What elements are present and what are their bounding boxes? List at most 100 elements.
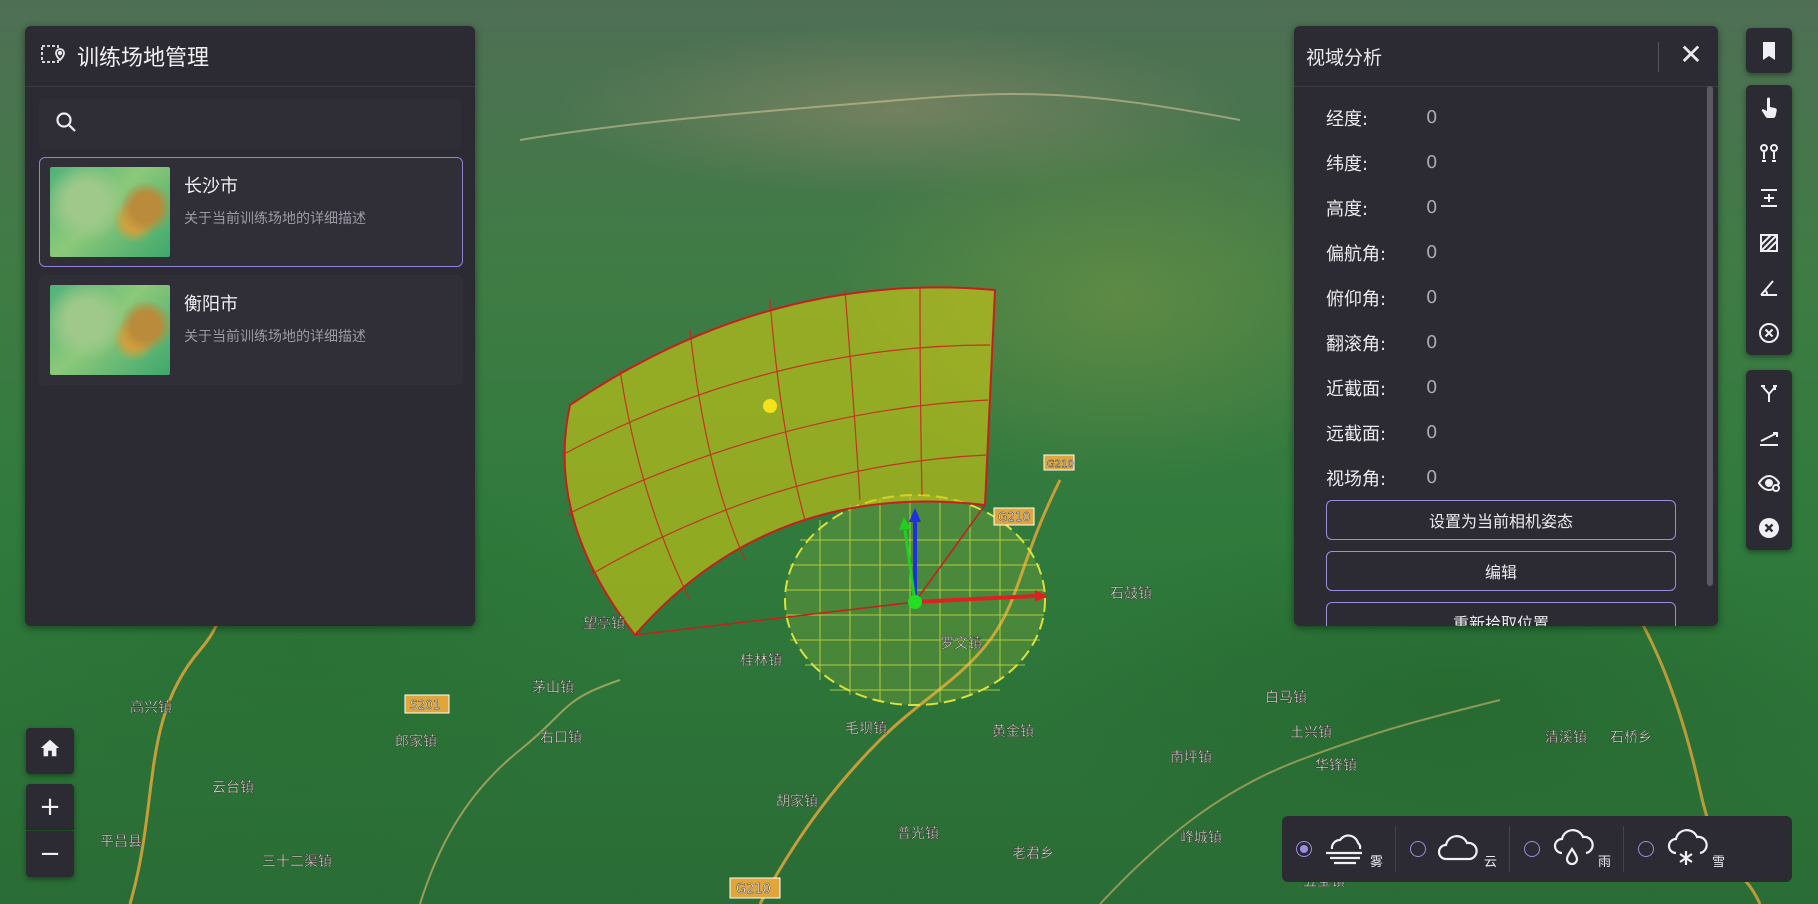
map-label: 老君乡: [1012, 846, 1054, 862]
repick-position-button[interactable]: 重新拾取位置: [1326, 602, 1676, 626]
area-icon[interactable]: [1746, 220, 1792, 265]
weather-label: 雪: [1712, 855, 1726, 870]
road-line: [419, 679, 621, 904]
angle-icon[interactable]: [1746, 265, 1792, 310]
param-value: 0: [1426, 332, 1438, 353]
map-label: 郎家镇: [395, 733, 437, 750]
param-latitude: 纬度: 0: [1294, 140, 1718, 185]
weather-option-snow[interactable]: 雪: [1624, 826, 1737, 872]
clear-icon[interactable]: [1746, 505, 1792, 550]
param-pitch: 俯仰角: 0: [1294, 275, 1718, 320]
param-label: 经度:: [1326, 108, 1369, 130]
viewshed-analysis-panel: 视域分析 ✕ 经度: 0 纬度: 0 高度: 0 偏航角: 0 俯仰角: 0 翻滚角: 0 …: [1294, 26, 1718, 626]
search-bar[interactable]: [39, 99, 461, 149]
panel-header: 视域分析 ✕: [1294, 26, 1718, 87]
close-icon[interactable]: ✕: [1674, 38, 1708, 72]
map-label: G210: [998, 510, 1030, 524]
site-location-icon: [39, 41, 65, 71]
param-label: 偏航角:: [1326, 243, 1387, 265]
param-label: 翻滚角:: [1326, 333, 1387, 355]
param-label: 纬度:: [1326, 153, 1369, 175]
map-label: 黄金镇: [992, 723, 1034, 740]
param-label: 近截面:: [1326, 378, 1387, 400]
edit-button[interactable]: 编辑: [1326, 551, 1676, 591]
radio-button[interactable]: [1410, 841, 1427, 857]
map-label: 高兴镇: [130, 699, 172, 716]
param-value: 0: [1426, 467, 1438, 488]
pointer-icon[interactable]: [1746, 85, 1792, 130]
rain-icon: [1553, 829, 1594, 866]
weather-option-fog[interactable]: 雾: [1282, 826, 1397, 872]
param-value: 0: [1426, 377, 1438, 398]
home-button[interactable]: [26, 728, 74, 774]
bookmark-icon[interactable]: [1746, 28, 1792, 73]
weather-option-rain[interactable]: 雨: [1510, 826, 1625, 872]
snow-icon: [1667, 829, 1708, 865]
slope-icon[interactable]: [1746, 415, 1792, 460]
fog-icon: [1326, 834, 1362, 865]
minus-icon: −: [39, 839, 61, 869]
site-card-changsha[interactable]: 长沙市 关于当前训练场地的详细描述: [39, 157, 463, 267]
map-label: 华锋镇: [1315, 758, 1357, 774]
site-description: 关于当前训练场地的详细描述: [184, 211, 366, 227]
search-icon: [55, 111, 77, 137]
radio-button[interactable]: [1296, 841, 1312, 857]
terrain-thumbnail: [50, 285, 170, 375]
terrain-thumbnail: [50, 167, 170, 257]
map-label: 桂林镇: [740, 653, 782, 669]
map-label: 望亭镇: [583, 615, 625, 632]
param-value: 0: [1426, 242, 1438, 263]
set-camera-pose-button[interactable]: 设置为当前相机姿态: [1326, 500, 1676, 540]
path-icon[interactable]: [1746, 130, 1792, 175]
radio-button[interactable]: [1524, 841, 1541, 857]
branch-icon[interactable]: [1746, 370, 1792, 415]
map-label: 南坪镇: [1170, 750, 1212, 766]
map-label: 石桥乡: [1610, 730, 1652, 746]
toolbar-group-measure: [1746, 85, 1792, 355]
scrollbar[interactable]: [1707, 86, 1713, 586]
param-value: 0: [1426, 422, 1438, 443]
weather-label: 云: [1484, 855, 1498, 870]
param-label: 高度:: [1326, 198, 1369, 220]
map-label: G210: [736, 882, 771, 897]
site-name: 衡阳市: [184, 294, 238, 315]
observer-point[interactable]: [908, 595, 922, 609]
weather-label: 雾: [1370, 855, 1384, 870]
plus-icon: +: [39, 792, 61, 822]
target-point[interactable]: [763, 399, 777, 413]
site-card-hengyang[interactable]: 衡阳市 关于当前训练场地的详细描述: [39, 275, 463, 385]
map-label: 峰城镇: [1180, 830, 1222, 846]
map-label: 白马镇: [1265, 690, 1307, 706]
clear-icon[interactable]: [1746, 310, 1792, 355]
map-label: 胡家镇: [776, 793, 818, 810]
site-description: 关于当前训练场地的详细描述: [184, 329, 366, 345]
height-icon[interactable]: [1746, 175, 1792, 220]
param-value: 0: [1426, 197, 1438, 218]
search-input[interactable]: [85, 113, 461, 135]
viewshed-icon[interactable]: [1746, 460, 1792, 505]
param-label: 远截面:: [1326, 423, 1387, 445]
weather-option-cloud[interactable]: 云: [1396, 826, 1511, 872]
cloud-icon: [1437, 835, 1478, 861]
param-value: 0: [1426, 152, 1438, 173]
map-label: 清溪镇: [1545, 730, 1587, 746]
map-label: 土兴镇: [1290, 725, 1332, 741]
radio-button[interactable]: [1638, 841, 1655, 857]
training-site-panel: 训练场地管理 长沙市 关于当前训练场地的详细描述 衡阳市 关于当前训练场地的详细…: [25, 26, 475, 626]
panel-title: 训练场地管理: [77, 46, 210, 71]
map-label: 茅山镇: [532, 680, 574, 696]
panel-title: 视域分析: [1306, 46, 1383, 69]
map-label: 三十二渠镇: [262, 854, 332, 870]
panel-header: 训练场地管理: [25, 26, 475, 87]
weather-label: 雨: [1598, 855, 1612, 870]
map-label: 右口镇: [540, 730, 582, 746]
toolbar-group-bookmark: [1746, 28, 1792, 73]
param-far-plane: 远截面: 0: [1294, 410, 1718, 455]
map-label: 普光镇: [897, 826, 939, 842]
zoom-in-button[interactable]: +: [26, 784, 74, 830]
home-icon: [39, 736, 61, 766]
map-label: S201: [410, 698, 441, 712]
map-label: 石鼓镇: [1110, 586, 1152, 602]
param-heading: 偏航角: 0: [1294, 230, 1718, 275]
zoom-out-button[interactable]: −: [26, 831, 74, 877]
